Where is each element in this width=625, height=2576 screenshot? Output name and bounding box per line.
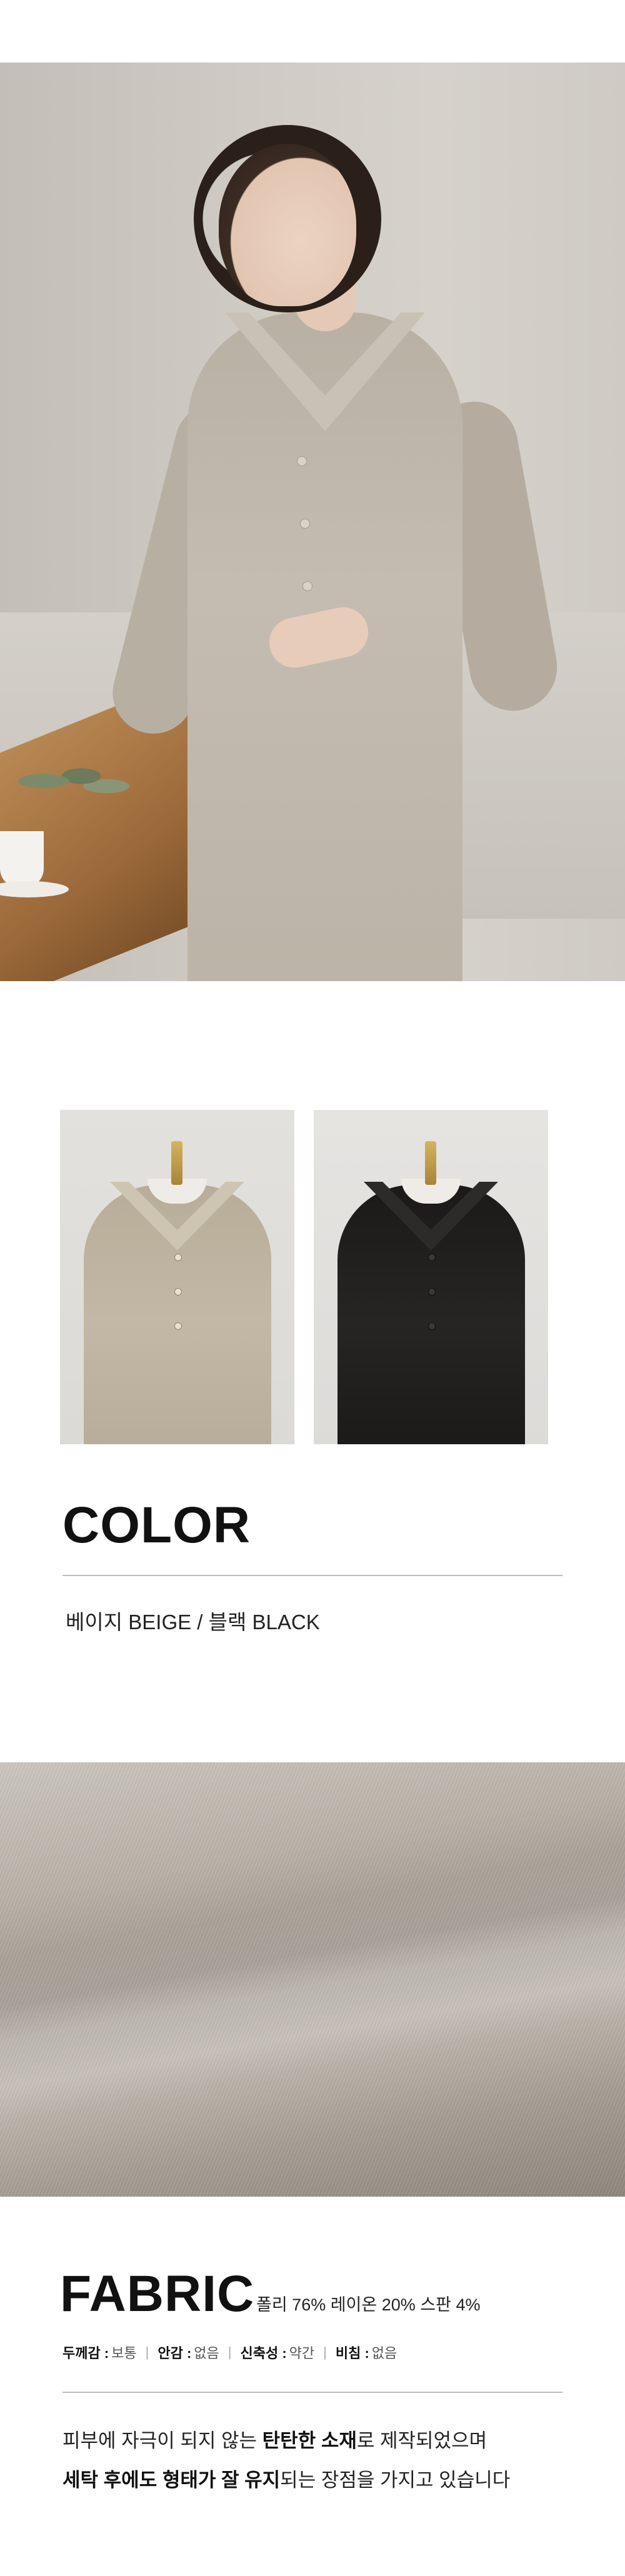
dress-button [428,1322,436,1330]
hero-cup [0,831,44,887]
hero-button [300,519,310,529]
hero-plant [6,756,131,806]
hero-photo [0,62,625,981]
hero-button [297,456,307,466]
prop-separator: | [228,2344,232,2360]
mannequin-stand [171,1141,182,1185]
prop-sheerness-label: 비침 : [335,2345,369,2361]
dress-beige [84,1185,271,1444]
text-normal: 되는 장점을 가지고 있습니다 [280,2469,511,2491]
color-divider [62,1575,562,1576]
text-normal: 로 제작되었으며 [356,2430,488,2452]
fabric-description-line-1: 피부에 자극이 되지 않는 탄탄한 소재로 제작되었으며 [62,2431,487,2450]
color-title: COLOR [62,1497,251,1554]
prop-thickness-value: 보통 [111,2345,137,2361]
dress-button [174,1322,182,1330]
dress-button [428,1254,436,1261]
fabric-title: FABRIC [60,2265,255,2322]
mannequin-stand [425,1141,436,1185]
dress-black [338,1185,525,1444]
fabric-description-line-2: 세탁 후에도 형태가 잘 유지되는 장점을 가지고 있습니다 [62,2470,510,2490]
prop-separator: | [145,2344,149,2360]
fabric-properties: 두께감 : 보통 | 안감 : 없음 | 신축성 : 약간 | 비침 : 없음 [62,2342,397,2362]
prop-stretch-value: 약간 [289,2345,315,2361]
prop-lining-value: 없음 [194,2345,219,2361]
text-bold: 세탁 후에도 형태가 잘 유지 [62,2469,281,2491]
fabric-composition: 폴리 76% 레이온 20% 스판 4% [256,2295,481,2314]
dress-button [174,1288,182,1295]
prop-lining-label: 안감 : [158,2345,192,2361]
hero-face [219,144,356,306]
hero-button [302,581,312,591]
dress-button [428,1288,436,1295]
dress-button [174,1254,182,1261]
prop-thickness-label: 두께감 : [62,2345,109,2361]
prop-separator: | [323,2344,327,2360]
text-bold: 탄탄한 소재 [262,2430,357,2452]
color-description: 베이지 BEIGE / 블랙 BLACK [66,1610,320,1634]
swatch-black-photo [314,1110,548,1444]
fabric-divider [62,2392,562,2393]
text-normal: 피부에 자극이 되지 않는 [62,2430,262,2452]
prop-sheerness-value: 없음 [371,2345,398,2361]
swatch-beige-photo [60,1110,294,1444]
prop-stretch-label: 신축성 : [240,2345,287,2361]
